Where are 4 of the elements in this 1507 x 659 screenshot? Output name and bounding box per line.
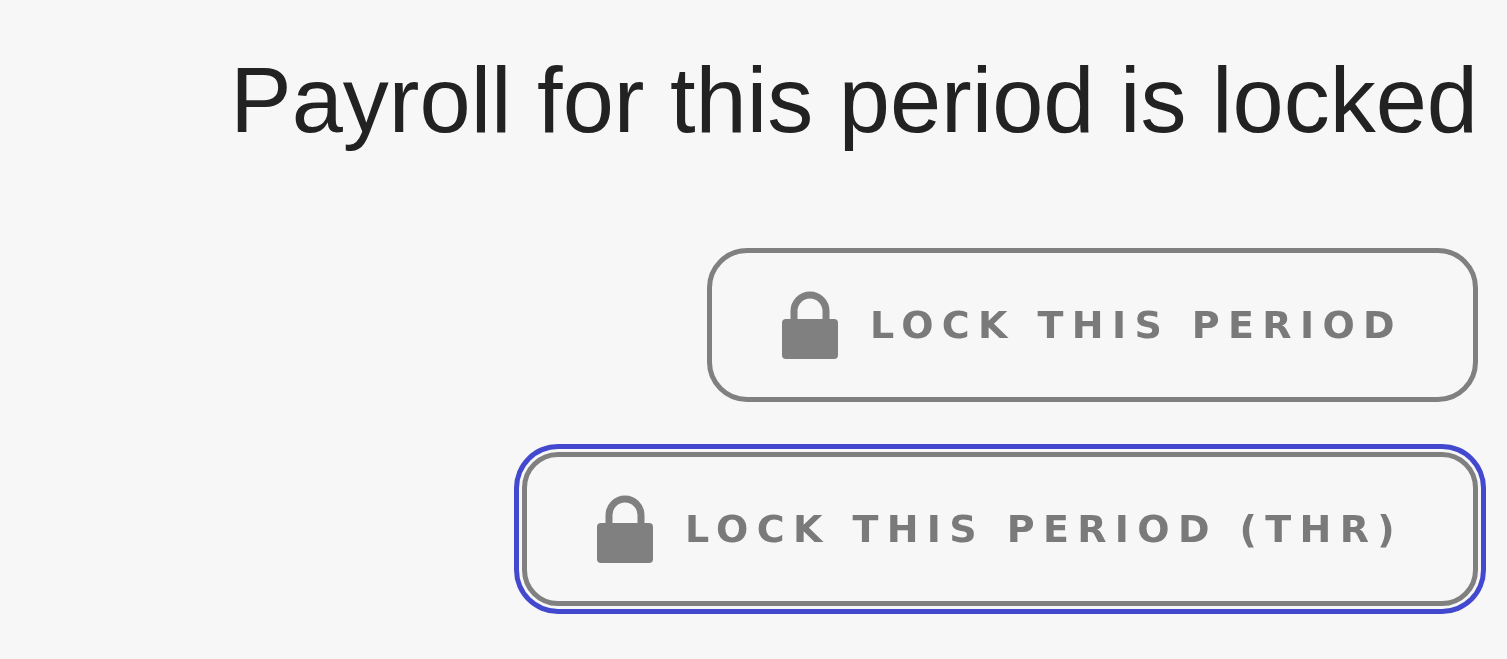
lock-period-button[interactable]: LOCK THIS PERIOD: [707, 248, 1478, 402]
padlock-icon: [782, 291, 838, 359]
padlock-icon: [596, 495, 653, 563]
page-title: Payroll for this period is locked: [230, 48, 1478, 153]
